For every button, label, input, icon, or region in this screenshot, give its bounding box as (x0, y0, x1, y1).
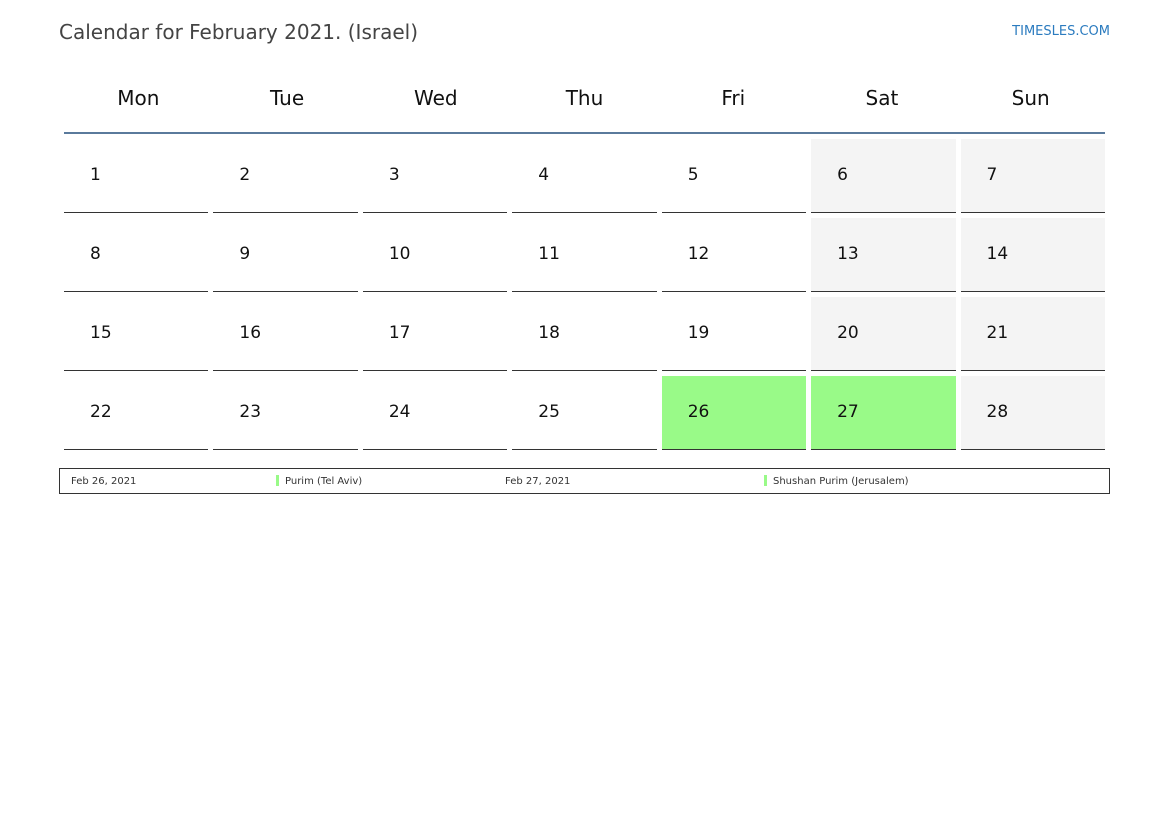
day-number: 24 (388, 402, 411, 422)
day-cell: 18 (512, 297, 657, 371)
weekend-day-cell: 21 (960, 297, 1105, 371)
day-cell: 3 (362, 139, 508, 213)
day-cell: 4 (512, 139, 657, 213)
day-cell: 24 (362, 376, 508, 450)
day-cell: 9 (213, 218, 358, 292)
day-cell: 23 (213, 376, 358, 450)
week-row: 15 16 17 18 19 20 21 (64, 297, 1105, 371)
legend-date: Feb 26, 2021 (71, 476, 137, 487)
day-number: 21 (986, 323, 1009, 343)
weekend-day-cell: 20 (811, 297, 956, 371)
weekend-day-cell: 14 (960, 218, 1105, 292)
day-cell: 5 (661, 139, 807, 213)
day-number: 10 (388, 244, 411, 264)
week-row: 22 23 24 25 26 27 28 (64, 376, 1105, 450)
page-title: Calendar for February 2021. (Israel) (59, 20, 419, 44)
weekday-thu: Thu (565, 86, 604, 110)
weekday-mon: Mon (117, 86, 160, 110)
weekend-day-cell: 13 (811, 218, 956, 292)
day-number: 17 (388, 323, 411, 343)
holiday-day-cell: 26 (661, 376, 807, 450)
day-number: 25 (538, 402, 560, 422)
legend-event: Shushan Purim (Jerusalem) (773, 476, 909, 487)
day-number: 14 (986, 244, 1009, 264)
week-row: 8 9 10 11 12 13 14 (64, 218, 1105, 292)
day-number: 23 (239, 402, 262, 422)
day-number: 4 (538, 165, 550, 185)
day-number: 3 (388, 165, 400, 185)
day-cell: 22 (64, 376, 209, 450)
day-number: 28 (986, 402, 1009, 422)
weekday-sat: Sat (865, 86, 899, 110)
legend-event: Purim (Tel Aviv) (285, 476, 363, 487)
day-number: 12 (687, 244, 710, 264)
day-cell: 11 (512, 218, 657, 292)
weekday-tue: Tue (269, 86, 305, 110)
day-number: 11 (538, 244, 560, 264)
weekday-wed: Wed (413, 86, 458, 110)
holiday-color-marker (764, 475, 767, 486)
day-number: 5 (687, 165, 699, 185)
holiday-color-marker (276, 475, 279, 486)
day-number: 13 (837, 244, 859, 264)
day-cell: 1 (64, 139, 209, 213)
day-number: 1 (90, 165, 101, 185)
day-number: 26 (687, 402, 710, 422)
day-number: 22 (90, 402, 112, 422)
day-cell: 16 (213, 297, 358, 371)
day-number: 8 (90, 244, 101, 264)
day-number: 6 (837, 165, 848, 185)
day-number: 16 (239, 323, 262, 343)
day-number: 2 (239, 165, 251, 185)
holiday-day-cell: 27 (811, 376, 956, 450)
week-row: 1 2 3 4 5 6 7 (64, 139, 1105, 213)
legend-date: Feb 27, 2021 (505, 476, 571, 487)
holiday-legend: Feb 26, 2021 Purim (Tel Aviv) Feb 27, 20… (59, 468, 1110, 494)
day-cell: 25 (512, 376, 657, 450)
month-calendar: Mon Tue Wed Thu Fri Sat Sun 1 2 3 4 5 6 … (64, 70, 1105, 455)
day-cell: 17 (362, 297, 508, 371)
day-number: 9 (239, 244, 251, 264)
day-cell: 8 (64, 218, 209, 292)
day-number: 19 (687, 323, 710, 343)
site-link[interactable]: TIMESLES.COM (1012, 24, 1110, 39)
day-number: 18 (538, 323, 560, 343)
day-cell: 19 (661, 297, 807, 371)
calendar-weeks: 1 2 3 4 5 6 7 8 9 10 11 12 13 14 15 16 1… (64, 139, 1105, 450)
weekend-day-cell: 7 (960, 139, 1105, 213)
day-cell: 12 (661, 218, 807, 292)
day-cell: 10 (362, 218, 508, 292)
day-number: 20 (837, 323, 859, 343)
day-cell: 15 (64, 297, 209, 371)
weekend-day-cell: 28 (960, 376, 1105, 450)
weekday-sun: Sun (1011, 86, 1050, 110)
weekday-fri: Fri (721, 86, 746, 110)
weekend-day-cell: 6 (811, 139, 956, 213)
day-number: 15 (90, 323, 112, 343)
weekday-header-row: Mon Tue Wed Thu Fri Sat Sun (64, 70, 1105, 134)
day-number: 27 (837, 402, 859, 422)
day-number: 7 (986, 165, 998, 185)
day-cell: 2 (213, 139, 358, 213)
